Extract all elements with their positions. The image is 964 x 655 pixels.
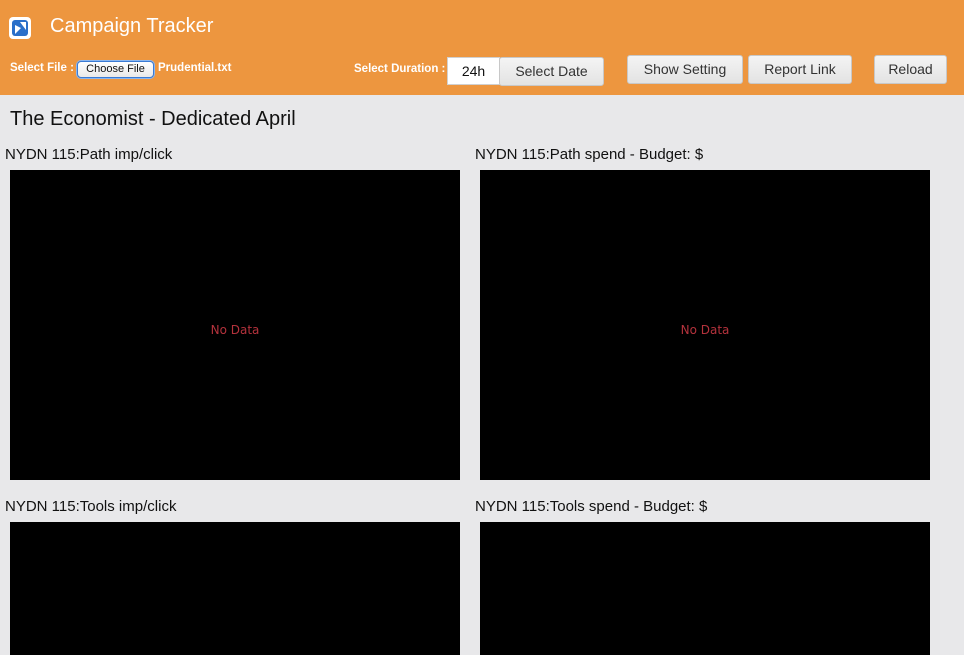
- no-data-message: No Data: [210, 323, 260, 337]
- chart-panel: [10, 522, 460, 655]
- select-date-button[interactable]: Select Date: [499, 57, 604, 86]
- chart-panel: [480, 522, 930, 655]
- selected-file-name: Prudential.txt: [158, 62, 232, 74]
- show-setting-button[interactable]: Show Setting: [627, 55, 743, 84]
- app-title: Campaign Tracker: [50, 15, 214, 37]
- page-title: The Economist - Dedicated April: [10, 108, 296, 130]
- chart-panel: No Data: [480, 170, 930, 480]
- chart-title: NYDN 115:Tools imp/click: [5, 498, 177, 515]
- top-bar: Campaign Tracker Select File : Choose Fi…: [0, 0, 964, 95]
- reload-button[interactable]: Reload: [874, 55, 947, 84]
- no-data-message: No Data: [680, 323, 730, 337]
- chart-title: NYDN 115:Path spend - Budget: $: [475, 146, 704, 163]
- campaign-tracker-logo-icon: [9, 17, 31, 39]
- choose-file-button[interactable]: Choose File: [77, 61, 154, 78]
- report-link-button[interactable]: Report Link: [748, 55, 852, 84]
- select-file-label: Select File :: [10, 62, 74, 74]
- duration-input[interactable]: 24h: [447, 57, 500, 85]
- chart-title: NYDN 115:Path imp/click: [5, 146, 173, 163]
- chart-panel: No Data: [10, 170, 460, 480]
- chart-title: NYDN 115:Tools spend - Budget: $: [475, 498, 708, 515]
- select-duration-label: Select Duration :: [354, 63, 446, 75]
